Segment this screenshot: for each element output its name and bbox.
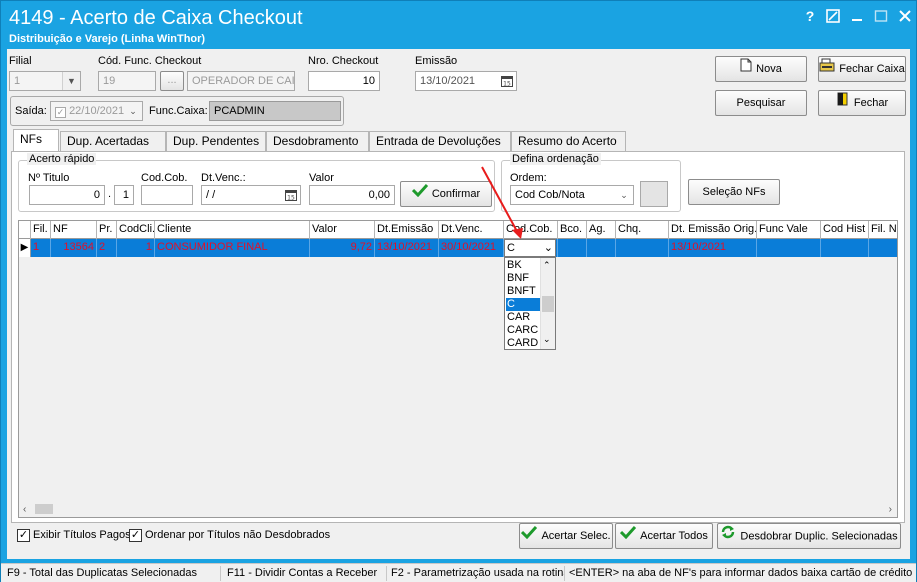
fechar-button[interactable]: Fechar [818,90,906,116]
cash-register-icon [819,57,835,81]
client-area: Filial 1 ▼ Cód. Func. Checkout 19 ... OP… [7,49,910,559]
desdobrar-button[interactable]: Desdobrar Duplic. Selecionadas [717,523,901,549]
func-caixa-label: Func.Caixa: [149,105,208,117]
desdobrar-label: Desdobrar Duplic. Selecionadas [740,530,898,543]
help-button[interactable]: ? [803,9,817,23]
cod-func-field[interactable]: 19 [98,71,156,91]
status-f2: F2 - Parametrização usada na rotina [387,566,565,581]
ordenar-titulos-label: Ordenar por Títulos não Desdobrados [145,529,331,541]
filial-select[interactable]: 1 ▼ [9,71,81,91]
tab-dup-pendentes[interactable]: Dup. Pendentes [166,131,266,151]
resize-icon[interactable] [826,9,840,23]
saida-checkbox[interactable]: ✓ [55,107,66,118]
ordenar-titulos-checkbox[interactable]: ✓ [129,529,142,542]
saida-field[interactable]: ✓ 22/10/2021 ⌄ [50,101,143,121]
status-enter: <ENTER> na aba de NF's para informar dad… [569,567,913,579]
func-caixa-field: PCADMIN [209,101,341,121]
emissao-field[interactable]: 13/10/2021 15 [415,71,517,91]
tab-desdobramento[interactable]: Desdobramento [266,131,369,151]
filial-label: Filial [9,55,32,67]
checkmark-icon [620,524,637,548]
saida-value: 22/10/2021 [69,105,125,117]
cod-func-label: Cód. Func. Checkout [98,55,202,67]
minimize-button[interactable] [850,9,864,23]
acertar-todos-button[interactable]: Acertar Todos [615,523,713,549]
operador-field: OPERADOR DE CAIXA [187,71,295,91]
cod-func-lookup-button[interactable]: ... [160,71,184,91]
fechar-caixa-label: Fechar Caixa [839,63,905,75]
app-window: 4149 - Acerto de Caixa Checkout Distribu… [0,0,917,582]
exibir-titulos-pagos-label: Exibir Títulos Pagos [33,529,131,541]
new-document-icon [740,57,752,81]
calendar-icon[interactable]: 15 [498,72,516,90]
pesquisar-button[interactable]: Pesquisar [715,90,807,116]
window-subtitle: Distribuição e Varejo (Linha WinThor) [9,33,206,45]
status-f9: F9 - Total das Duplicatas Selecionadas [3,566,221,581]
acertar-todos-label: Acertar Todos [640,530,708,542]
title-bar[interactable]: 4149 - Acerto de Caixa Checkout Distribu… [1,1,916,47]
chevron-down-icon[interactable]: ▼ [62,72,80,90]
saida-label: Saída: [15,105,47,117]
nova-button[interactable]: Nova [715,56,807,82]
nro-checkout-field[interactable]: 10 [308,71,380,91]
emissao-value: 13/10/2021 [420,75,476,87]
status-bar: F9 - Total das Duplicatas Selecionadas F… [1,563,916,582]
acertar-selec-label: Acertar Selec. [541,530,611,542]
svg-text:15: 15 [503,81,511,88]
refresh-icon [720,524,736,549]
exit-door-icon [836,91,850,115]
emissao-label: Emissão [415,55,458,67]
annotation-arrow-icon [481,166,523,239]
status-f11: F11 - Dividir Contas a Receber [223,566,387,581]
tab-panel-nfs: Acerto rápido Nº Titulo 0 . 1 Cod.Cob. D… [11,151,905,523]
tab-entrada-devolucoes[interactable]: Entrada de Devoluções [369,131,511,151]
acertar-selec-button[interactable]: Acertar Selec. [519,523,613,549]
checkmark-icon [521,524,538,548]
tab-resumo-acerto[interactable]: Resumo do Acerto [511,131,626,151]
filial-value: 1 [14,75,21,87]
fechar-label: Fechar [853,97,889,109]
maximize-button[interactable] [874,9,888,23]
exibir-titulos-pagos-checkbox[interactable]: ✓ [17,529,30,542]
tab-dup-acertadas[interactable]: Dup. Acertadas [60,131,166,151]
fechar-caixa-button[interactable]: Fechar Caixa [818,56,906,82]
nro-checkout-label: Nro. Checkout [308,55,379,67]
tab-nfs[interactable]: NFs [13,129,59,152]
close-button[interactable] [898,9,912,23]
window-title: 4149 - Acerto de Caixa Checkout [9,7,303,29]
chevron-down-icon[interactable]: ⌄ [124,102,142,120]
nova-label: Nova [756,63,782,75]
saida-box: Saída: ✓ 22/10/2021 ⌄ Func.Caixa: PCADMI… [10,96,344,126]
